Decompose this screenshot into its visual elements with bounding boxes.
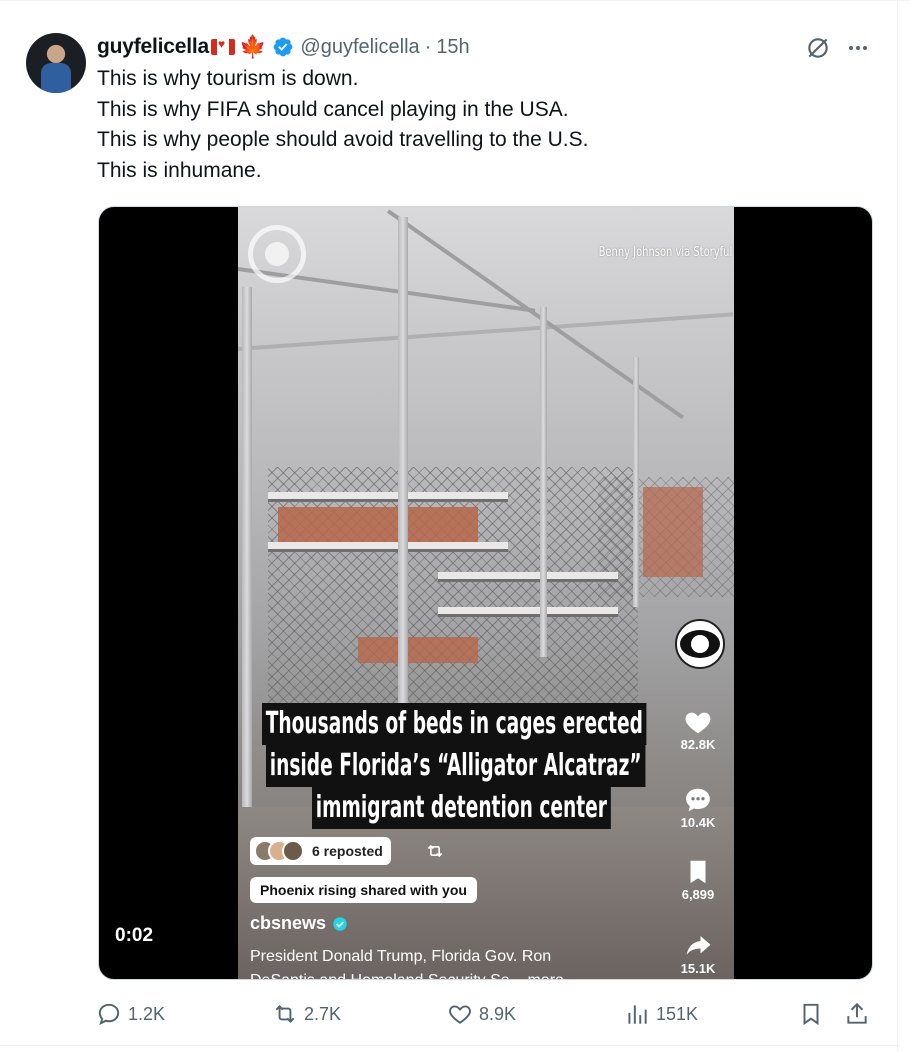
repost-button[interactable]: 2.7K xyxy=(272,996,341,1032)
shared-with-you-pill[interactable]: Phoenix rising shared with you xyxy=(250,877,477,903)
tweet-text-line: This is why FIFA should cancel playing i… xyxy=(97,97,569,121)
more-options-icon[interactable] xyxy=(846,36,870,60)
ceiling-beam xyxy=(386,209,685,420)
video-comment-action[interactable]: 10.4K xyxy=(668,785,728,830)
headline-line: immigrant detention center xyxy=(312,787,611,829)
support-pillar xyxy=(398,217,408,727)
video-share-count: 15.1K xyxy=(680,961,716,976)
source-handle[interactable]: cbsnews xyxy=(250,913,348,934)
bookmark-button[interactable] xyxy=(798,996,824,1032)
reposter-avatars xyxy=(254,840,306,862)
views-count: 151K xyxy=(656,1003,699,1024)
video-bookmark-count: 6,899 xyxy=(681,887,715,902)
reply-icon xyxy=(98,1003,120,1026)
video-player[interactable]: Benny Johnson via Storyful Thousands of … xyxy=(98,206,873,980)
heart-icon xyxy=(449,1005,471,1024)
timestamp-link[interactable]: 15h xyxy=(436,36,469,59)
tweet-text-line: This is why tourism is down. xyxy=(97,67,359,90)
video-timestamp: 0:02 xyxy=(115,925,154,946)
video-watermark: Benny Johnson via Storyful xyxy=(598,245,732,260)
headline-line: inside Florida’s “Alligator Alcatraz” xyxy=(266,745,646,787)
video-like-action[interactable]: 82.8K xyxy=(668,707,728,752)
bunk-frame xyxy=(643,487,703,577)
video-frame[interactable]: Benny Johnson via Storyful Thousands of … xyxy=(238,207,734,979)
canada-flag-icon xyxy=(210,37,235,55)
avatar[interactable] xyxy=(26,33,86,93)
display-name[interactable]: guyfelicella xyxy=(97,35,209,59)
support-pillar xyxy=(633,357,639,607)
bunk-frame xyxy=(268,542,508,552)
video-headline: Thousands of beds in cages erected insid… xyxy=(262,703,662,829)
bunk-frame xyxy=(358,637,478,663)
bunk-frame xyxy=(438,572,618,582)
share-arrow-icon xyxy=(686,936,711,955)
support-pillar xyxy=(540,307,547,657)
source-handle-label: cbsnews xyxy=(250,913,327,933)
repost-icon xyxy=(427,844,443,858)
bunk-frame xyxy=(438,607,618,617)
like-button[interactable]: 8.9K xyxy=(447,996,516,1032)
bookmark-icon xyxy=(803,1003,819,1026)
author-handle[interactable]: @guyfelicella xyxy=(300,36,419,59)
video-comment-count: 10.4K xyxy=(680,815,716,830)
grok-icon[interactable] xyxy=(805,35,831,61)
comment-bubble-icon xyxy=(686,788,710,812)
frame-divider xyxy=(0,1045,900,1046)
video-like-count: 82.8K xyxy=(680,737,716,752)
support-pillar xyxy=(242,287,252,807)
share-button[interactable] xyxy=(844,996,870,1032)
like-count: 8.9K xyxy=(479,1003,517,1024)
verified-badge-icon xyxy=(273,37,293,57)
caption-line: President Donald Trump, Florida Gov. Ron xyxy=(250,948,552,965)
cbs-logo-icon[interactable] xyxy=(675,619,725,669)
reply-count: 1.2K xyxy=(128,1003,166,1024)
bunk-frame xyxy=(268,492,508,502)
frame-divider xyxy=(897,0,898,1052)
tweet-text-line: This is inhumane. xyxy=(97,158,262,182)
ceiling-beam xyxy=(238,312,733,351)
cage-fence xyxy=(268,467,638,707)
bookmark-icon xyxy=(690,860,706,884)
tweet-action-bar: 1.2K 2.7K 8.9K 151K xyxy=(0,996,900,1032)
cbs-logo-icon xyxy=(248,225,306,283)
reposted-pill[interactable]: 6 reposted xyxy=(250,837,391,865)
verified-badge-icon xyxy=(333,916,347,931)
reposted-label: 6 reposted xyxy=(312,843,383,859)
tweet-text: This is why tourism is down. This is why… xyxy=(97,64,588,186)
reply-button[interactable]: 1.2K xyxy=(96,996,165,1032)
headline-line: Thousands of beds in cages erected xyxy=(262,703,647,745)
views-button[interactable]: 151K xyxy=(624,996,698,1032)
repost-count: 2.7K xyxy=(304,1003,342,1024)
bunk-frame xyxy=(278,507,478,547)
video-share-action[interactable]: 15.1K xyxy=(668,931,728,976)
video-caption: President Donald Trump, Florida Gov. Ron… xyxy=(250,945,630,979)
heart-icon xyxy=(685,712,711,734)
views-chart-icon xyxy=(628,1005,647,1024)
tweet-header: guyfelicella 🍁 @guyfelicella · 15h xyxy=(97,32,470,62)
header-separator: · xyxy=(424,35,432,58)
share-icon xyxy=(847,1002,867,1024)
tweet-text-line: This is why people should avoid travelli… xyxy=(97,128,589,151)
repost-icon xyxy=(275,1005,295,1023)
maple-leaf-icon: 🍁 xyxy=(238,34,267,59)
video-bookmark-action[interactable]: 6,899 xyxy=(668,857,728,902)
caption-line: DeSantis and Homeland Security Se... mor… xyxy=(250,969,630,979)
